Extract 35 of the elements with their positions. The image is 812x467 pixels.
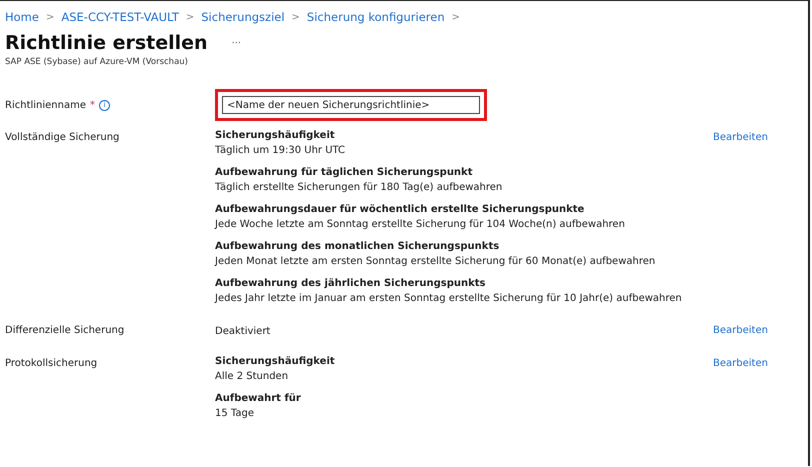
breadcrumb-link[interactable]: ASE-CCY-TEST-VAULT <box>61 10 179 24</box>
setting-heading: Aufbewahrung des monatlichen Sicherungspunkts <box>215 240 500 254</box>
breadcrumb-separator: > <box>46 12 54 22</box>
field-label: Richtlinienname <box>5 100 86 110</box>
setting-heading: Sicherungshäufigkeit <box>215 129 336 143</box>
setting-heading: Aufbewahrungsdauer für wöchentlich erstellte Sicherungspunkte <box>215 203 586 217</box>
required-mark: * <box>90 100 96 110</box>
breadcrumb-link[interactable]: Sicherung konfigurieren <box>306 10 445 24</box>
setting-heading: Aufbewahrt für <box>215 392 302 406</box>
more-button[interactable]: ··· <box>232 38 242 48</box>
breadcrumb-link[interactable]: Home <box>5 10 39 24</box>
setting-value: Jeden Monat letzte am ersten Sonntag erstellte Sicherung für 60 Monat(e) aufbewahren <box>215 255 656 269</box>
breadcrumb-separator: > <box>292 12 300 22</box>
breadcrumb-separator: > <box>452 12 460 22</box>
breadcrumb-separator: > <box>186 12 194 22</box>
setting-value: Jede Woche letzte am Sonntag erstellte Sicherung für 104 Woche(n) aufbewahren <box>215 218 626 232</box>
edit-link[interactable]: Bearbeiten <box>713 325 768 336</box>
edit-link[interactable]: Bearbeiten <box>713 358 768 369</box>
setting-value: Deaktiviert <box>215 325 272 339</box>
section-label: Differenzielle Sicherung <box>5 325 124 336</box>
setting-heading: Aufbewahrung des jährlichen Sicherungspunkts <box>215 277 486 291</box>
setting-heading: Sicherungshäufigkeit <box>215 355 336 369</box>
edit-link[interactable]: Bearbeiten <box>713 132 768 143</box>
breadcrumb-link[interactable]: Sicherungsziel <box>201 10 285 24</box>
section-label: Protokollsicherung <box>5 358 98 369</box>
setting-value: Täglich erstellte Sicherungen für 180 Tag(e) aufbewahren <box>215 181 504 195</box>
setting-value: Alle 2 Stunden <box>215 370 290 384</box>
setting-value: 15 Tage <box>215 407 255 421</box>
section-label: Vollständige Sicherung <box>5 132 120 143</box>
setting-value: Täglich um 19:30 Uhr UTC <box>215 144 346 158</box>
policy-name-field[interactable]: <Name der neuen Sicherungsrichtlinie> <box>222 96 480 114</box>
page-title: Richtlinie erstellen <box>5 32 208 54</box>
page-subtitle: SAP ASE (Sybase) auf Azure-VM (Vorschau) <box>5 57 189 67</box>
setting-heading: Aufbewahrung für täglichen Sicherungspunkt <box>215 166 474 180</box>
setting-value: Jedes Jahr letzte im Januar am ersten Sonntag erstellte Sicherung für 10 Jahr(e) aufbewahren <box>215 292 683 306</box>
